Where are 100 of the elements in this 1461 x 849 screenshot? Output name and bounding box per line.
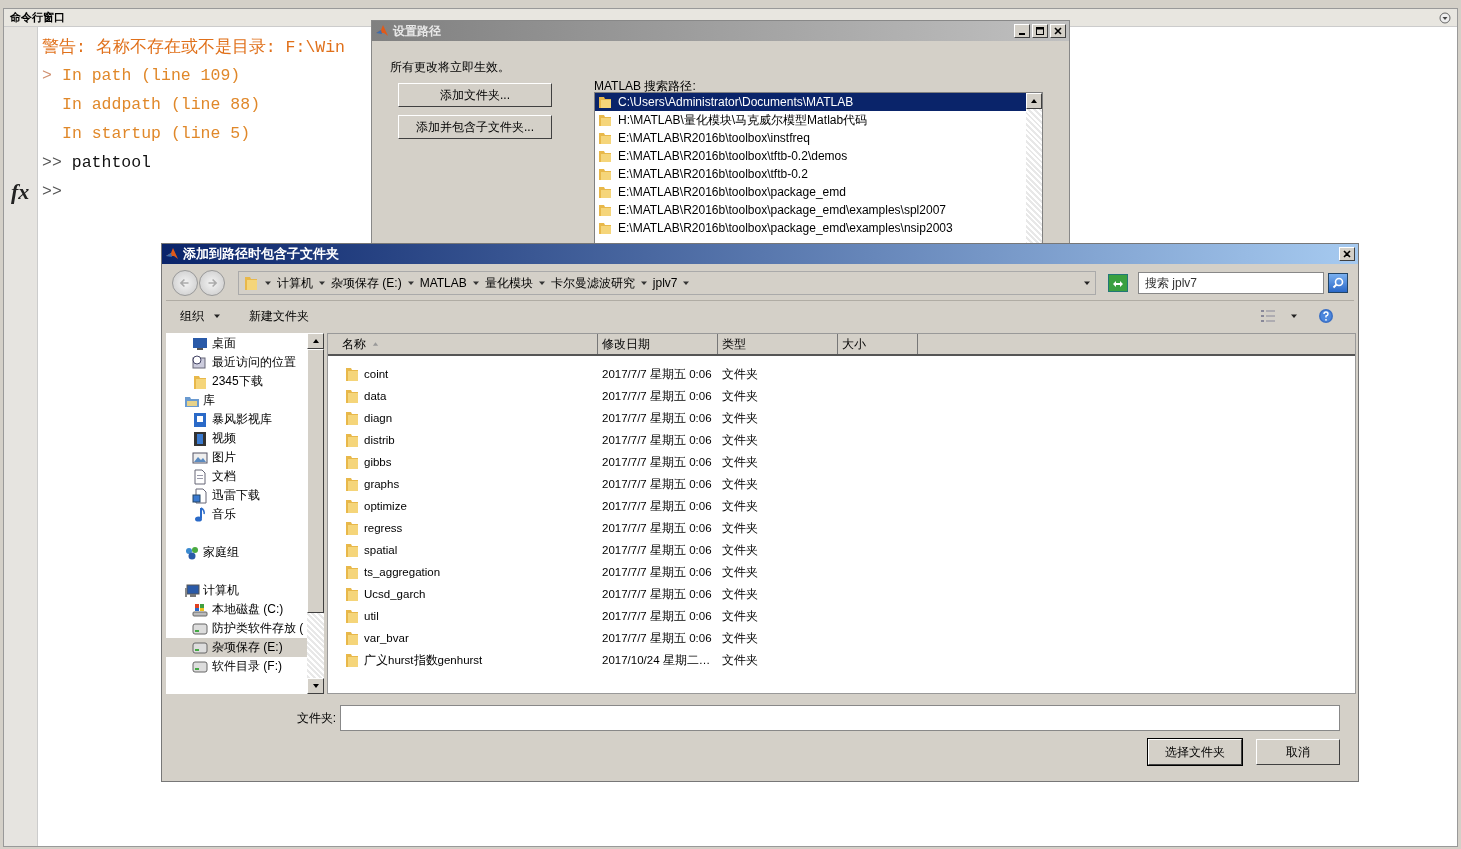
- search-button[interactable]: [1328, 273, 1348, 293]
- navigation-item[interactable]: 计算机: [166, 581, 307, 600]
- file-row[interactable]: diagn 2017/7/7 星期五 0:06 文件夹: [328, 407, 1355, 429]
- navigation-item[interactable]: 暴风影视库: [166, 410, 307, 429]
- address-bar[interactable]: 计算机 杂项保存 (E:) MATLAB 量化模块 卡尔曼滤波研究 jplv7: [238, 271, 1096, 295]
- modified-date: 2017/7/7 星期五 0:06: [601, 520, 713, 536]
- navigation-item[interactable]: 家庭组: [166, 543, 307, 562]
- scrollbar[interactable]: [1026, 93, 1042, 244]
- scroll-thumb[interactable]: [307, 349, 324, 613]
- file-row[interactable]: 广义hurst指数genhurst 2017/10/24 星期二… 文件夹: [328, 649, 1355, 671]
- folder-icon: [597, 130, 613, 146]
- navigation-item[interactable]: 图片: [166, 448, 307, 467]
- modified-date: 2017/7/7 星期五 0:06: [601, 542, 713, 558]
- minimize-button[interactable]: [1014, 24, 1030, 38]
- path-item[interactable]: E:\MATLAB\R2016b\toolbox\instfreq: [595, 129, 1026, 147]
- file-row[interactable]: distrib 2017/7/7 星期五 0:06 文件夹: [328, 429, 1355, 451]
- add-folder-button[interactable]: 添加文件夹...: [398, 83, 552, 107]
- file-type: 文件夹: [721, 586, 758, 602]
- scroll-up-button[interactable]: [1026, 93, 1042, 109]
- maximize-button[interactable]: [1032, 24, 1048, 38]
- file-name: ts_aggregation: [364, 566, 441, 578]
- select-folder-button[interactable]: 选择文件夹: [1148, 739, 1242, 765]
- search-field[interactable]: 搜索 jplv7: [1138, 272, 1324, 294]
- breadcrumb-item[interactable]: jplv7: [652, 276, 678, 290]
- path-item[interactable]: C:\Users\Administrator\Documents\MATLAB: [595, 93, 1026, 111]
- file-name: spatial: [364, 544, 398, 556]
- navigation-item[interactable]: 库: [166, 391, 307, 410]
- folder-icon: [344, 454, 360, 470]
- dropdown-icon[interactable]: [1083, 279, 1091, 287]
- file-type: 文件夹: [721, 432, 758, 448]
- column-header[interactable]: 修改日期: [598, 334, 718, 354]
- file-row[interactable]: var_bvar 2017/7/7 星期五 0:06 文件夹: [328, 627, 1355, 649]
- navigation-item[interactable]: 本地磁盘 (C:): [166, 600, 307, 619]
- column-header[interactable]: 名称: [328, 334, 598, 354]
- file-row[interactable]: Ucsd_garch 2017/7/7 星期五 0:06 文件夹: [328, 583, 1355, 605]
- caret-icon[interactable]: [1290, 312, 1298, 320]
- caret-icon[interactable]: [264, 279, 272, 287]
- close-button[interactable]: [1339, 247, 1355, 261]
- folder-icon: [344, 630, 360, 646]
- path-text: E:\MATLAB\R2016b\toolbox\package_emd\examples\spl2007: [618, 203, 946, 217]
- column-header[interactable]: 类型: [718, 334, 838, 354]
- file-row[interactable]: regress 2017/7/7 星期五 0:06 文件夹: [328, 517, 1355, 539]
- navigation-item[interactable]: 桌面: [166, 334, 307, 353]
- breadcrumb-item[interactable]: 杂项保存 (E:): [331, 274, 402, 292]
- file-row[interactable]: graphs 2017/7/7 星期五 0:06 文件夹: [328, 473, 1355, 495]
- path-item[interactable]: E:\MATLAB\R2016b\toolbox\package_emd: [595, 183, 1026, 201]
- caret-icon[interactable]: [471, 279, 480, 287]
- file-row[interactable]: ts_aggregation 2017/7/7 星期五 0:06 文件夹: [328, 561, 1355, 583]
- navigation-item[interactable]: 视频: [166, 429, 307, 448]
- path-item[interactable]: E:\MATLAB\R2016b\toolbox\package_emd\examples\spl2007: [595, 201, 1026, 219]
- caret-icon[interactable]: [537, 279, 546, 287]
- caret-icon[interactable]: [639, 279, 648, 287]
- path-item[interactable]: E:\MATLAB\R2016b\toolbox\tftb-0.2: [595, 165, 1026, 183]
- scroll-down-button[interactable]: [307, 678, 324, 694]
- window-title: 添加到路径时包含子文件夹: [183, 245, 339, 263]
- cancel-button[interactable]: 取消: [1256, 739, 1340, 765]
- file-row[interactable]: coint 2017/7/7 星期五 0:06 文件夹: [328, 363, 1355, 385]
- navigation-label: 2345下载: [212, 373, 263, 390]
- media-icon: [192, 411, 208, 428]
- folder-field[interactable]: [340, 705, 1340, 731]
- breadcrumb-item[interactable]: 计算机: [277, 274, 313, 292]
- file-type: 文件夹: [721, 498, 758, 514]
- scroll-up-button[interactable]: [307, 333, 324, 349]
- file-row[interactable]: spatial 2017/7/7 星期五 0:06 文件夹: [328, 539, 1355, 561]
- up-arrow-icon: [1030, 97, 1038, 105]
- file-row[interactable]: optimize 2017/7/7 星期五 0:06 文件夹: [328, 495, 1355, 517]
- toolbar-button[interactable]: 新建文件夹: [245, 305, 313, 327]
- path-item[interactable]: E:\MATLAB\R2016b\toolbox\package_emd\examples\nsip2003: [595, 219, 1026, 237]
- function-browser-button[interactable]: fx: [11, 179, 30, 205]
- refresh-button[interactable]: [1108, 274, 1128, 292]
- navigation-item[interactable]: 软件目录 (F:): [166, 657, 307, 676]
- folder-icon: [597, 148, 613, 164]
- navigation-item[interactable]: 迅雷下载: [166, 486, 307, 505]
- toolbar-button[interactable]: 组织: [176, 305, 225, 327]
- up-arrow-icon: [311, 337, 320, 345]
- column-header[interactable]: 大小: [838, 334, 918, 354]
- panel-menu-icon[interactable]: [1439, 11, 1451, 24]
- file-row[interactable]: util 2017/7/7 星期五 0:06 文件夹: [328, 605, 1355, 627]
- navigation-item[interactable]: 最近访问的位置: [166, 353, 307, 372]
- file-type: 文件夹: [721, 476, 758, 492]
- path-item[interactable]: E:\MATLAB\R2016b\toolbox\tftb-0.2\demos: [595, 147, 1026, 165]
- navigation-item[interactable]: 2345下载: [166, 372, 307, 391]
- modified-date: 2017/7/7 星期五 0:06: [601, 366, 713, 382]
- help-icon[interactable]: [1318, 308, 1334, 324]
- breadcrumb-item[interactable]: 量化模块: [484, 274, 533, 292]
- scrollbar[interactable]: [307, 333, 324, 694]
- caret-icon[interactable]: [682, 279, 691, 287]
- add-folder-button[interactable]: 添加并包含子文件夹...: [398, 115, 552, 139]
- path-item[interactable]: H:\MATLAB\量化模块\马克威尔模型Matlab代码: [595, 111, 1026, 129]
- navigation-item[interactable]: 杂项保存 (E:): [166, 638, 307, 657]
- caret-icon[interactable]: [318, 279, 326, 287]
- navigation-item[interactable]: 防护类软件存放 (: [166, 619, 307, 638]
- navigation-item[interactable]: 音乐: [166, 505, 307, 524]
- close-button[interactable]: [1050, 24, 1066, 38]
- navigation-item[interactable]: 文档: [166, 467, 307, 486]
- file-row[interactable]: data 2017/7/7 星期五 0:06 文件夹: [328, 385, 1355, 407]
- breadcrumb-item[interactable]: 卡尔曼滤波研究: [550, 274, 635, 292]
- file-row[interactable]: gibbs 2017/7/7 星期五 0:06 文件夹: [328, 451, 1355, 473]
- caret-icon[interactable]: [406, 279, 415, 287]
- breadcrumb-item[interactable]: MATLAB: [419, 276, 467, 290]
